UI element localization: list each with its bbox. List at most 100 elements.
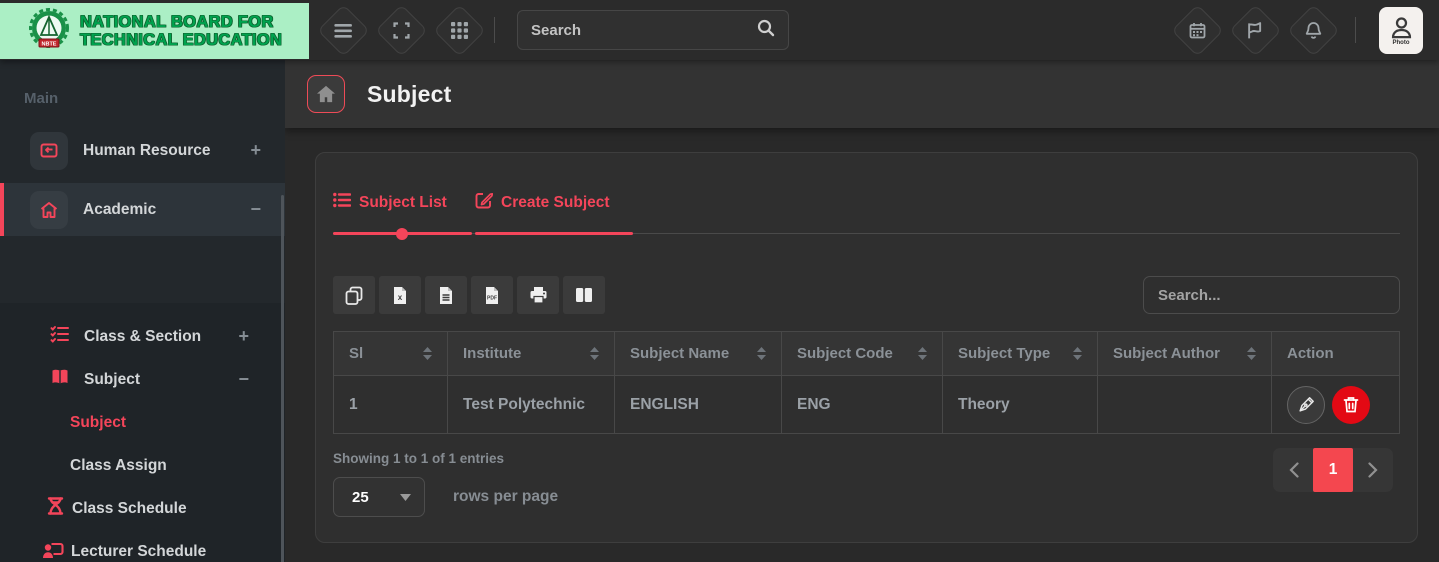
rows-per-page-value: 25 [352, 488, 369, 506]
app-window: NBTE NATIONAL BOARD FOR TECHNICAL EDUCAT… [0, 0, 1439, 562]
sidebar-item-class-section[interactable]: Class & Section + [0, 315, 285, 358]
chevron-down-icon [400, 493, 411, 501]
table-row: 1 Test Polytechnic ENGLISH ENG Theory [333, 375, 1400, 434]
sidebar-item-academic[interactable]: Academic − [0, 183, 285, 236]
export-copy-button[interactable] [333, 276, 375, 314]
next-page-button[interactable] [1353, 448, 1392, 492]
print-button[interactable] [517, 276, 559, 314]
grid-icon [451, 21, 468, 39]
sidebar-item-label: Class Schedule [72, 499, 187, 517]
calendar-button[interactable] [1171, 3, 1224, 57]
column-header-action: Action [1271, 331, 1400, 376]
tab-label: Create Subject [501, 193, 610, 211]
fullscreen-icon [393, 21, 410, 39]
page-title: Subject [367, 80, 452, 107]
current-page-button[interactable]: 1 [1313, 448, 1353, 492]
calendar-icon [1189, 22, 1206, 39]
notifications-button[interactable] [1287, 3, 1340, 57]
column-header-institute[interactable]: Institute [447, 331, 615, 376]
rows-per-page-select[interactable]: 25 [333, 477, 425, 517]
table-info: Showing 1 to 1 of 1 entries [333, 451, 505, 466]
brand-name: NATIONAL BOARD FOR TECHNICAL EDUCATION [80, 12, 283, 49]
checklist-icon [50, 325, 70, 348]
cell-institute: Test Polytechnic [447, 375, 615, 434]
sidebar-item-subject-group[interactable]: Subject − [0, 358, 285, 401]
column-header-subject-code[interactable]: Subject Code [781, 331, 943, 376]
apps-grid-button[interactable] [433, 3, 486, 57]
search-icon[interactable] [757, 19, 775, 42]
cell-subject-name: ENGLISH [614, 375, 782, 434]
edit-square-icon [475, 191, 494, 214]
column-header-subject-author[interactable]: Subject Author [1097, 331, 1272, 376]
navbar-divider [1355, 17, 1356, 43]
reports-flag-button[interactable] [1229, 3, 1282, 57]
sort-icon[interactable] [918, 347, 927, 360]
table-header-row: Sl Institute Subject Name Subject Code S… [333, 331, 1400, 376]
chevron-right-icon [1367, 462, 1378, 478]
copy-icon [345, 286, 363, 305]
book-icon [50, 368, 70, 391]
lecturer-icon [42, 539, 64, 562]
file-text-icon [440, 286, 452, 304]
previous-page-button[interactable] [1274, 448, 1313, 492]
tabs-row: Subject List Create Subject [333, 191, 1400, 240]
user-avatar[interactable]: Photo [1379, 6, 1423, 54]
sidebar-item-subject[interactable]: Subject [0, 401, 285, 444]
sidebar-item-label: Human Resource [83, 141, 211, 159]
sort-icon[interactable] [1073, 347, 1082, 360]
house-icon [317, 85, 335, 103]
expand-plus-icon: + [238, 326, 249, 346]
sort-icon[interactable] [1247, 347, 1256, 360]
avatar-label: Photo [1392, 40, 1410, 46]
sort-icon[interactable] [757, 347, 766, 360]
cell-sl: 1 [333, 375, 448, 434]
sidebar-item-class-assign[interactable]: Class Assign [0, 444, 285, 487]
sort-icon[interactable] [423, 347, 432, 360]
edit-button[interactable] [1287, 385, 1325, 424]
excel-file-icon: x [394, 286, 406, 304]
fullscreen-button[interactable] [375, 3, 428, 57]
sidebar-item-label: Academic [83, 200, 157, 218]
sidebar-item-label: Subject [70, 413, 126, 431]
person-icon [1391, 17, 1411, 39]
tab-subject-list[interactable]: Subject List [333, 191, 472, 240]
row-actions [1287, 385, 1384, 424]
sidebar-section-label: Main [24, 90, 59, 107]
sidebar-item-lecturer-schedule[interactable]: Lecturer Schedule [0, 530, 285, 562]
top-navbar: NBTE NATIONAL BOARD FOR TECHNICAL EDUCAT… [0, 0, 1439, 60]
global-search-input[interactable] [531, 21, 757, 39]
sidebar-item-human-resource[interactable]: Human Resource + [0, 124, 285, 177]
column-header-subject-name[interactable]: Subject Name [614, 331, 782, 376]
table-search-input[interactable] [1143, 276, 1400, 314]
column-header-subject-type[interactable]: Subject Type [942, 331, 1098, 376]
sidebar-item-label: Subject [84, 370, 140, 388]
pagination: 1 [1273, 448, 1393, 492]
pen-nib-icon [1299, 396, 1314, 412]
human-resource-icon [30, 131, 68, 170]
export-pdf-button[interactable]: PDF [471, 276, 513, 314]
column-header-sl[interactable]: Sl [333, 331, 448, 376]
column-visibility-button[interactable] [563, 276, 605, 314]
table-controls: 25 rows per page [333, 477, 1400, 517]
academic-submenu: Class & Section + Subject − Subject Clas… [0, 303, 285, 562]
export-excel-button[interactable]: x [379, 276, 421, 314]
menu-toggle-button[interactable] [317, 3, 370, 57]
global-search-box[interactable] [517, 10, 789, 50]
sidebar-item-class-schedule[interactable]: Class Schedule [0, 487, 285, 530]
sidebar-scrollbar[interactable] [281, 195, 284, 562]
export-csv-button[interactable] [425, 276, 467, 314]
cell-subject-author [1097, 375, 1272, 434]
hamburger-icon [334, 22, 353, 38]
tab-create-subject[interactable]: Create Subject [475, 191, 633, 235]
sort-icon[interactable] [590, 347, 599, 360]
sidebar-item-label: Class Assign [70, 456, 167, 474]
nbte-emblem-icon: NBTE [29, 8, 69, 48]
printer-icon [530, 287, 546, 304]
svg-text:NBTE: NBTE [42, 41, 57, 47]
sidebar-item-label: Lecturer Schedule [71, 542, 207, 560]
brand-logo[interactable]: NBTE NATIONAL BOARD FOR TECHNICAL EDUCAT… [0, 3, 309, 59]
navbar-right-actions: Photo [1171, 3, 1439, 57]
subject-table: Sl Institute Subject Name Subject Code S… [333, 331, 1400, 434]
breadcrumb-home-button[interactable] [307, 75, 345, 113]
delete-button[interactable] [1332, 385, 1370, 424]
